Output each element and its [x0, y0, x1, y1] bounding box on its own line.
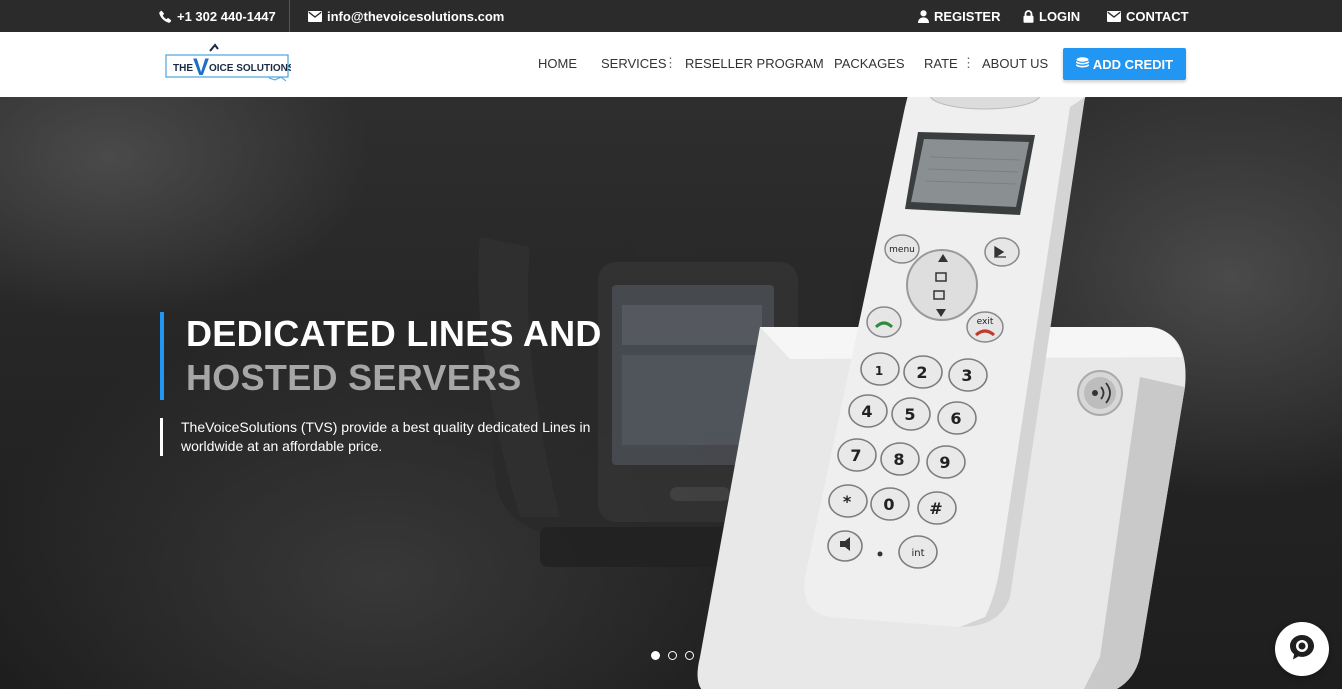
top-bar: +1 302 440-1447 info@thevoicesolutions.c…	[0, 0, 1342, 32]
nav-rate[interactable]: RATE	[924, 56, 958, 71]
user-icon	[918, 9, 929, 23]
main-navbar: THE V OICE SOLUTIONS HOME SERVICES ⋮ RES…	[0, 32, 1342, 97]
email-contact[interactable]: info@thevoicesolutions.com	[308, 0, 504, 32]
nav-packages[interactable]: PACKAGES	[834, 56, 905, 71]
nav-services[interactable]: SERVICES	[601, 56, 667, 71]
slider-dot-2[interactable]	[668, 651, 677, 660]
slider-dot-1[interactable]	[651, 651, 660, 660]
register-label: REGISTER	[934, 8, 1001, 24]
nav-home[interactable]: HOME	[538, 56, 577, 71]
nav-about-us[interactable]: ABOUT US	[982, 56, 1048, 71]
keypad-exit-label: exit	[977, 317, 994, 327]
contact-label: CONTACT	[1126, 8, 1189, 24]
envelope-icon	[1107, 10, 1121, 22]
keypad-menu-label: menu	[889, 245, 915, 255]
hero-title: DEDICATED LINES AND HOSTED SERVERS	[160, 312, 602, 400]
hero-title-line2: HOSTED SERVERS	[186, 357, 522, 398]
logo-text-the: THE	[173, 63, 193, 74]
svg-text:2: 2	[916, 363, 927, 382]
nav-reseller-program[interactable]: RESELLER PROGRAM	[685, 56, 824, 71]
svg-text:9: 9	[939, 453, 950, 472]
phone-contact[interactable]: +1 302 440-1447	[159, 0, 276, 32]
svg-text:8: 8	[893, 450, 904, 469]
lock-icon	[1023, 9, 1034, 23]
hero-title-line1: DEDICATED LINES AND	[186, 313, 602, 354]
chat-bubble-icon	[1287, 632, 1317, 667]
envelope-icon	[308, 10, 322, 22]
svg-text:#: #	[929, 499, 942, 518]
svg-text:1: 1	[875, 364, 883, 378]
slider-pagination	[651, 651, 694, 660]
svg-text:6: 6	[950, 409, 961, 428]
svg-text:4: 4	[861, 402, 872, 421]
svg-text:3: 3	[961, 366, 972, 385]
chat-widget-button[interactable]	[1275, 622, 1329, 676]
register-link[interactable]: REGISTER	[918, 0, 1000, 32]
login-label: LOGIN	[1039, 8, 1081, 24]
email-address: info@thevoicesolutions.com	[327, 8, 505, 24]
add-credit-button[interactable]: ADD CREDIT	[1063, 48, 1186, 80]
phone-icon	[159, 10, 172, 23]
login-link[interactable]: LOGIN	[1023, 0, 1080, 32]
services-submenu-icon[interactable]: ⋮	[664, 55, 677, 71]
add-credit-label: ADD CREDIT	[1092, 56, 1174, 72]
svg-text:0: 0	[883, 495, 894, 514]
hero-slider: 2 3 4 5 6 7 8 9 * 0 # 1 menu exit int DE…	[0, 97, 1342, 689]
keypad-int-label: int	[911, 548, 924, 559]
coins-icon	[1075, 56, 1090, 72]
contact-link[interactable]: CONTACT	[1107, 0, 1189, 32]
logo-text-v: V	[193, 54, 209, 81]
svg-text:7: 7	[850, 446, 861, 465]
svg-text:5: 5	[904, 405, 915, 424]
topbar-divider	[289, 0, 290, 32]
site-logo[interactable]: THE V OICE SOLUTIONS	[165, 42, 295, 84]
logo-text-rest: OICE SOLUTIONS	[209, 63, 291, 74]
slider-dot-3[interactable]	[685, 651, 694, 660]
phone-number: +1 302 440-1447	[177, 8, 276, 24]
rate-submenu-icon[interactable]: ⋮	[962, 55, 975, 71]
hero-description: TheVoiceSolutions (TVS) provide a best q…	[160, 418, 600, 456]
svg-text:*: *	[843, 492, 852, 511]
